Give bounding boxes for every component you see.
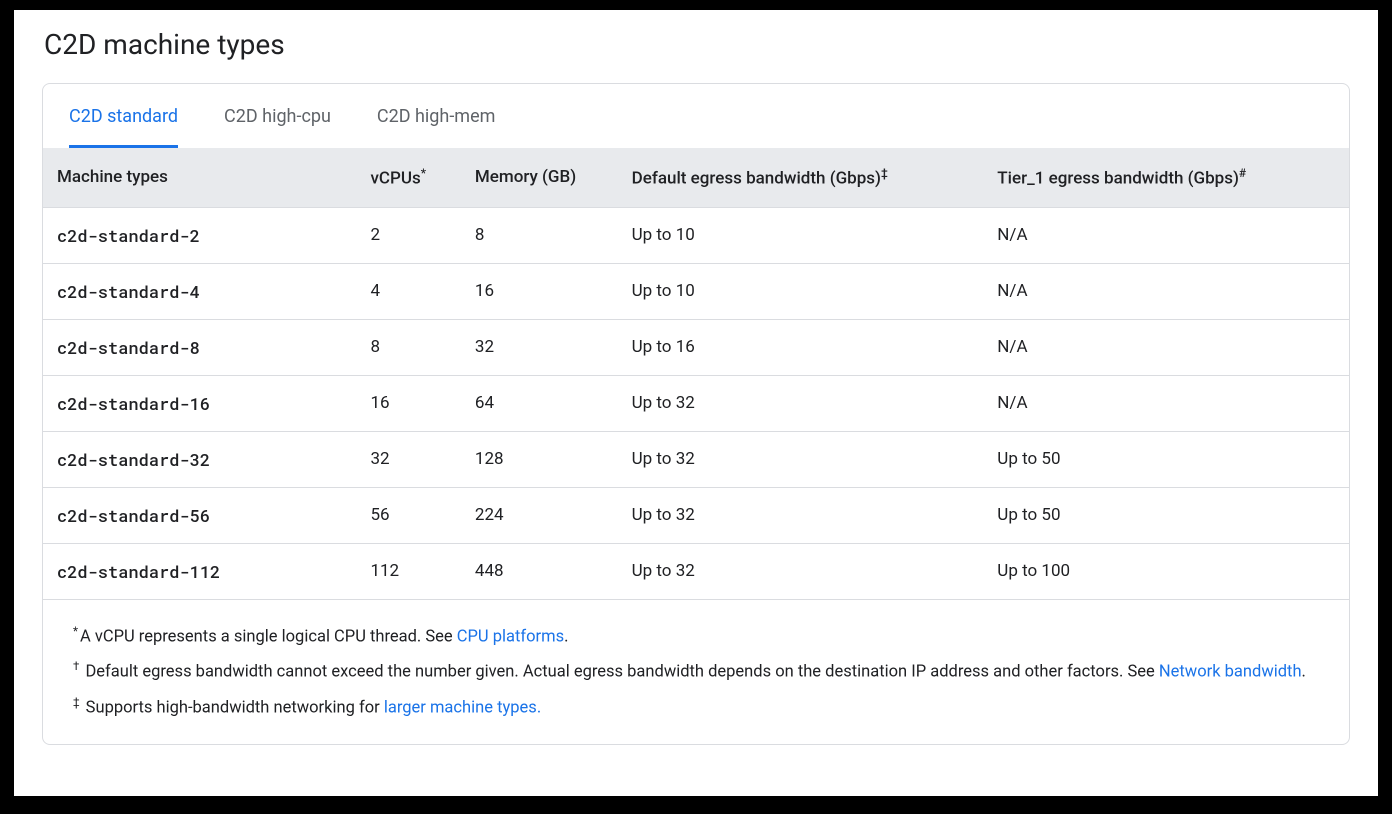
footnotes: *A vCPU represents a single logical CPU … — [43, 600, 1349, 745]
cell-default_egress: Up to 32 — [618, 487, 984, 543]
cell-vcpus: 8 — [356, 319, 460, 375]
footnote-marker: * — [73, 624, 78, 638]
cell-tier1_egress: Up to 50 — [983, 487, 1349, 543]
table-row: c2d-standard-8832Up to 16N/A — [43, 319, 1349, 375]
cell-tier1_egress: Up to 50 — [983, 431, 1349, 487]
cell-vcpus: 112 — [356, 543, 460, 599]
cell-vcpus: 56 — [356, 487, 460, 543]
tab-c2d-high-mem[interactable]: C2D high-mem — [377, 84, 496, 148]
cell-default_egress: Up to 32 — [618, 543, 984, 599]
footnote-marker: ‡ — [73, 695, 80, 709]
table-row: c2d-standard-5656224Up to 32Up to 50 — [43, 487, 1349, 543]
table-header-row: Machine types vCPUs* Memory (GB) Default eg… — [43, 148, 1349, 207]
machine-types-table: Machine types vCPUs* Memory (GB) Default eg… — [43, 148, 1349, 600]
table-row: c2d-standard-4416Up to 10N/A — [43, 263, 1349, 319]
cell-default_egress: Up to 32 — [618, 431, 984, 487]
column-label: Default egress bandwidth (Gbps) — [632, 169, 881, 189]
cell-name: c2d-standard-4 — [43, 263, 356, 319]
cell-memory: 8 — [461, 207, 618, 263]
column-header: Machine types — [43, 148, 356, 207]
cell-default_egress: Up to 32 — [618, 375, 984, 431]
footnote-text: A vCPU represents a single logical CPU t… — [80, 627, 457, 646]
page-title: C2D machine types — [44, 28, 1350, 61]
footnote-text: . — [564, 627, 568, 646]
cell-memory: 64 — [461, 375, 618, 431]
cell-tier1_egress: N/A — [983, 207, 1349, 263]
network-bandwidth-link[interactable]: Network bandwidth — [1159, 663, 1302, 682]
column-label: Machine types — [57, 167, 168, 187]
tab-c2d-high-cpu[interactable]: C2D high-cpu — [224, 84, 331, 148]
cell-name: c2d-standard-16 — [43, 375, 356, 431]
cell-default_egress: Up to 10 — [618, 263, 984, 319]
footnote-text: . — [1302, 663, 1306, 682]
footnote-tier1-egress: ‡ Supports high-bandwidth networking for… — [73, 693, 1319, 723]
cell-tier1_egress: Up to 100 — [983, 543, 1349, 599]
table-row: c2d-standard-112112448Up to 32Up to 100 — [43, 543, 1349, 599]
column-header: vCPUs* — [356, 148, 460, 207]
cell-tier1_egress: N/A — [983, 375, 1349, 431]
cell-name: c2d-standard-112 — [43, 543, 356, 599]
cell-name: c2d-standard-8 — [43, 319, 356, 375]
cell-memory: 224 — [461, 487, 618, 543]
cell-vcpus: 16 — [356, 375, 460, 431]
footnote-marker: † — [73, 659, 79, 673]
table-row: c2d-standard-228Up to 10N/A — [43, 207, 1349, 263]
cell-tier1_egress: N/A — [983, 319, 1349, 375]
tabs: C2D standard C2D high-cpu C2D high-mem — [43, 84, 1349, 148]
machine-types-panel: C2D standard C2D high-cpu C2D high-mem Mac… — [42, 83, 1350, 745]
cell-memory: 16 — [461, 263, 618, 319]
cell-vcpus: 4 — [356, 263, 460, 319]
column-sup: # — [1239, 166, 1246, 180]
cell-name: c2d-standard-2 — [43, 207, 356, 263]
tab-c2d-standard[interactable]: C2D standard — [69, 84, 178, 148]
cell-name: c2d-standard-32 — [43, 431, 356, 487]
cell-vcpus: 32 — [356, 431, 460, 487]
footnote-text: Default egress bandwidth cannot exceed t… — [81, 663, 1159, 682]
larger-machine-types-link[interactable]: larger machine types. — [384, 698, 541, 717]
table-row: c2d-standard-161664Up to 32N/A — [43, 375, 1349, 431]
column-header: Memory (GB) — [461, 148, 618, 207]
column-header: Tier_1 egress bandwidth (Gbps)# — [983, 148, 1349, 207]
cell-memory: 448 — [461, 543, 618, 599]
column-label: Tier_1 egress bandwidth (Gbps) — [997, 169, 1239, 189]
table-row: c2d-standard-3232128Up to 32Up to 50 — [43, 431, 1349, 487]
cell-memory: 128 — [461, 431, 618, 487]
cpu-platforms-link[interactable]: CPU platforms — [457, 627, 564, 646]
column-sup: * — [421, 166, 426, 180]
footnote-vcpu: *A vCPU represents a single logical CPU … — [73, 622, 1319, 652]
table-body: c2d-standard-228Up to 10N/Ac2d-standard-… — [43, 207, 1349, 599]
footnote-default-egress: † Default egress bandwidth cannot exceed… — [73, 657, 1319, 687]
cell-tier1_egress: N/A — [983, 263, 1349, 319]
cell-memory: 32 — [461, 319, 618, 375]
cell-name: c2d-standard-56 — [43, 487, 356, 543]
column-sup: ‡ — [881, 166, 888, 180]
cell-default_egress: Up to 10 — [618, 207, 984, 263]
cell-vcpus: 2 — [356, 207, 460, 263]
footnote-text: Supports high-bandwidth networking for — [82, 698, 384, 717]
cell-default_egress: Up to 16 — [618, 319, 984, 375]
column-label: vCPUs — [370, 169, 420, 189]
column-header: Default egress bandwidth (Gbps)‡ — [618, 148, 984, 207]
column-label: Memory (GB) — [475, 167, 576, 187]
